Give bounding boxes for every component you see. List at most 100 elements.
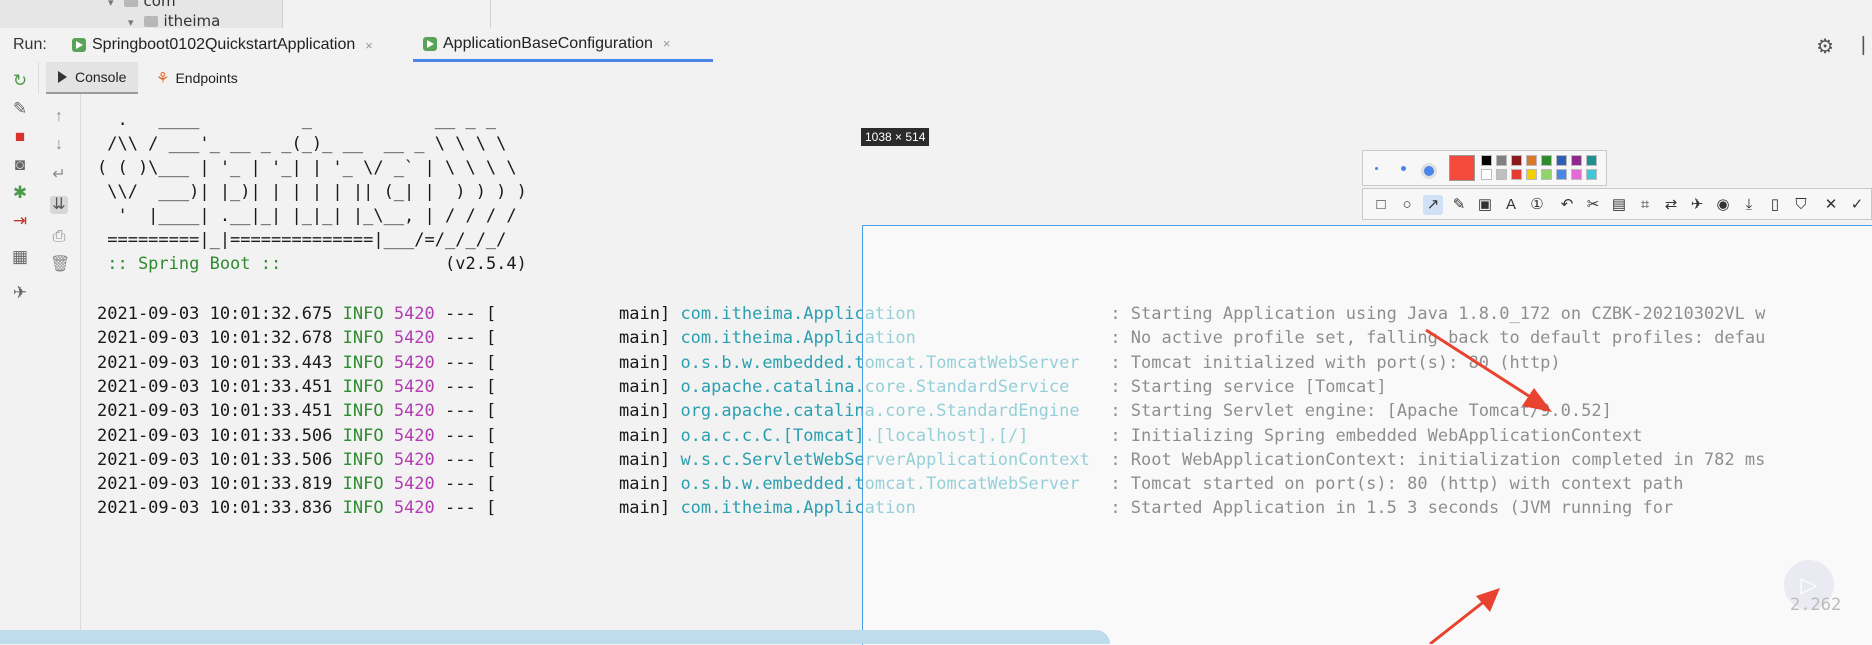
color-swatch[interactable] [1556, 155, 1567, 166]
color-swatch[interactable] [1481, 155, 1492, 166]
download-icon[interactable]: ⤓ [1739, 195, 1759, 215]
gear-icon[interactable]: ⚙ [1816, 34, 1834, 59]
color-palette [1362, 150, 1607, 186]
color-swatch[interactable] [1496, 155, 1507, 166]
project-tree-strip: ▾ com ▾ itheima [0, 0, 1872, 30]
stop-icon[interactable]: ■ [11, 128, 29, 146]
arrow-up-icon[interactable]: ↑ [50, 108, 68, 126]
spring-boot-label: :: Spring Boot :: [97, 254, 282, 274]
log-thread: main] [506, 498, 681, 519]
log-timestamp: 2021-09-03 10:01:33.451 [97, 401, 343, 422]
color-swatch[interactable] [1496, 169, 1507, 180]
ocr-icon[interactable]: ▤ [1609, 195, 1629, 215]
layout-icon[interactable]: ▦ [11, 248, 29, 266]
scan-icon[interactable]: ⌗ [1635, 195, 1655, 215]
log-level: INFO [342, 401, 394, 422]
tree-item-com[interactable]: ▾ com [108, 0, 176, 10]
crop-icon[interactable]: ✂ [1583, 195, 1603, 215]
close-icon[interactable]: × [663, 36, 671, 51]
scroll-to-end-icon[interactable]: ⇊ [50, 196, 68, 214]
text-icon[interactable]: A [1501, 195, 1521, 215]
log-pid: 5420 [393, 449, 446, 470]
translate-icon[interactable]: ⇄ [1661, 195, 1681, 215]
color-swatch[interactable] [1541, 155, 1552, 166]
soft-wrap-icon[interactable]: ↵ [50, 166, 68, 184]
bookmark-icon[interactable]: ⛉ [1791, 195, 1811, 215]
capture-selection-region[interactable] [862, 225, 1872, 645]
debug-icon[interactable]: ✱ [11, 184, 29, 202]
wrench-icon[interactable]: ✎ [11, 100, 29, 118]
close-icon[interactable]: × [365, 38, 373, 53]
camera-icon[interactable]: ◙ [11, 156, 29, 174]
mosaic-icon[interactable]: ▣ [1475, 195, 1495, 215]
trash-icon[interactable]: 🗑 [50, 256, 70, 274]
spring-boot-run-icon [423, 36, 437, 51]
color-swatch[interactable] [1526, 155, 1537, 166]
print-icon[interactable]: ⎙ [50, 228, 68, 246]
exit-icon[interactable]: ⇥ [11, 212, 29, 230]
color-swatch[interactable] [1556, 169, 1567, 180]
pen-size-medium[interactable] [1401, 166, 1406, 171]
log-level: INFO [342, 498, 394, 519]
run-tool-window-header: Run: Springboot0102QuickstartApplication… [0, 28, 1872, 63]
ellipse-icon[interactable]: ○ [1397, 195, 1417, 215]
log-separator: --- [ [445, 474, 507, 495]
record-icon[interactable]: ◉ [1713, 195, 1733, 215]
log-level: INFO [342, 376, 394, 397]
log-pid: 5420 [393, 401, 446, 422]
log-level: INFO [342, 449, 394, 470]
log-level: INFO [342, 304, 394, 324]
log-pid: 5420 [393, 304, 446, 324]
log-thread: main] [506, 401, 681, 422]
log-thread: main] [506, 425, 681, 446]
color-swatch[interactable] [1586, 155, 1597, 166]
number-icon[interactable]: ① [1527, 195, 1547, 215]
endpoints-icon: ⚘ [156, 70, 170, 87]
banner-line: \\/ ___)| |_)| | | | | || (_| | ) ) ) ) [97, 182, 527, 202]
log-timestamp: 2021-09-03 10:01:32.678 [97, 328, 343, 349]
banner-line: /\\ / ___'_ __ _ _(_)_ __ __ _ \ \ \ \ [97, 134, 507, 154]
current-color[interactable] [1449, 155, 1475, 181]
confirm-icon[interactable]: ✓ [1847, 195, 1867, 215]
rerun-icon[interactable]: ↻ [11, 72, 29, 90]
arrow-down-icon[interactable]: ↓ [50, 136, 68, 154]
log-separator: --- [ [445, 498, 507, 519]
run-tab-quickstart[interactable]: Springboot0102QuickstartApplication × [62, 28, 406, 62]
divider [490, 0, 491, 28]
divider [282, 0, 283, 28]
log-thread: main] [506, 352, 681, 373]
tab-console[interactable]: Console [46, 62, 138, 94]
log-pid: 5420 [393, 328, 446, 349]
pencil-icon[interactable]: ✎ [1449, 195, 1469, 215]
hide-icon[interactable]: | [1861, 34, 1866, 57]
pin-icon[interactable]: ✈ [1687, 195, 1707, 215]
color-swatch[interactable] [1526, 169, 1537, 180]
banner-line: ' |____| .__|_| |_|_| |_\__, | / / / / [97, 206, 517, 226]
color-swatch[interactable] [1571, 169, 1582, 180]
color-swatch[interactable] [1481, 169, 1492, 180]
pin-icon[interactable]: ✈ [11, 284, 29, 302]
log-thread: main] [506, 376, 681, 397]
close-icon[interactable]: ✕ [1821, 195, 1841, 215]
spring-boot-version: (v2.5.4) [445, 254, 527, 274]
color-swatch[interactable] [1511, 169, 1522, 180]
tab-endpoints[interactable]: ⚘ Endpoints [156, 62, 238, 94]
color-swatch[interactable] [1511, 155, 1522, 166]
run-tab-base-configuration[interactable]: ApplicationBaseConfiguration × [413, 28, 713, 62]
pen-size-large[interactable] [1421, 163, 1437, 179]
color-swatch[interactable] [1586, 169, 1597, 180]
log-separator: --- [ [445, 304, 507, 324]
arrow-tool-icon[interactable]: ↗ [1423, 195, 1443, 215]
color-swatch[interactable] [1541, 169, 1552, 180]
log-separator: --- [ [445, 401, 507, 422]
undo-icon[interactable]: ↶ [1557, 195, 1577, 215]
log-separator: --- [ [445, 352, 507, 373]
pen-size-small[interactable] [1375, 167, 1378, 170]
color-swatch[interactable] [1571, 155, 1582, 166]
log-separator: --- [ [445, 425, 507, 446]
capture-size-badge: 1038 × 514 [861, 128, 930, 146]
rectangle-icon[interactable]: □ [1371, 195, 1391, 215]
run-left-toolbar: ↻ ✎ ■ ◙ ✱ ⇥ ▦ ✈ [0, 62, 39, 644]
phone-icon[interactable]: ▯ [1765, 195, 1785, 215]
banner-line: . ____ _ __ _ _ [97, 110, 497, 130]
